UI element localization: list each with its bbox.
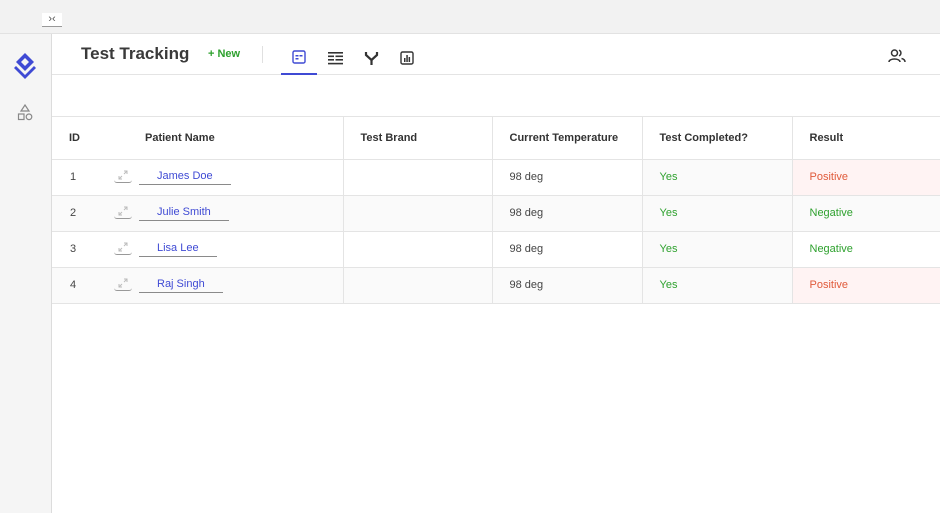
cell-test-brand[interactable] bbox=[343, 231, 493, 268]
patient-link[interactable]: Lisa Lee bbox=[139, 242, 217, 257]
cell-expand bbox=[97, 231, 132, 268]
column-header-id[interactable]: ID bbox=[52, 117, 97, 160]
cell-result[interactable]: Negative bbox=[792, 195, 940, 232]
cell-current-temperature[interactable]: 98 deg bbox=[492, 195, 643, 232]
tab-grid-view[interactable] bbox=[281, 41, 317, 75]
form-view-icon bbox=[327, 51, 343, 64]
cell-current-temperature[interactable]: 98 deg bbox=[492, 231, 643, 268]
cell-test-brand[interactable] bbox=[343, 195, 493, 232]
records-table: ID Patient Name Test Brand Current Tempe… bbox=[52, 117, 940, 304]
column-header-test-completed[interactable]: Test Completed? bbox=[642, 117, 793, 160]
cell-id: 2 bbox=[52, 195, 97, 232]
header-bar: Test Tracking + New bbox=[52, 34, 940, 75]
column-header-patient-name[interactable]: Patient Name bbox=[127, 117, 344, 160]
cell-patient-name: Lisa Lee bbox=[127, 231, 344, 268]
collapse-sidebar-button[interactable]: ›‹ bbox=[42, 13, 62, 27]
patient-link[interactable]: Raj Singh bbox=[139, 278, 223, 293]
expand-row-button[interactable] bbox=[114, 278, 132, 291]
cell-id: 3 bbox=[52, 231, 97, 268]
tab-form-view[interactable] bbox=[317, 41, 353, 75]
expand-icon bbox=[118, 278, 128, 288]
expand-icon bbox=[118, 170, 128, 180]
patient-link[interactable]: Julie Smith bbox=[139, 206, 229, 221]
table-toolbar bbox=[52, 75, 940, 117]
cell-patient-name: Raj Singh bbox=[127, 267, 344, 304]
column-header-expand bbox=[97, 117, 127, 160]
bar-chart-icon bbox=[400, 51, 414, 65]
cell-result[interactable]: Positive bbox=[792, 159, 940, 196]
table-header-row: ID Patient Name Test Brand Current Tempe… bbox=[52, 117, 940, 160]
browser-top-strip bbox=[0, 0, 940, 34]
page-title: Test Tracking bbox=[81, 44, 190, 63]
cell-expand bbox=[97, 267, 132, 304]
cell-patient-name: Julie Smith bbox=[127, 195, 344, 232]
column-header-test-brand[interactable]: Test Brand bbox=[343, 117, 493, 160]
app-logo-icon[interactable] bbox=[10, 50, 40, 80]
table-row[interactable]: 4 Raj Singh 98 deg Yes Positive bbox=[52, 267, 940, 304]
expand-icon bbox=[118, 206, 128, 216]
table-row[interactable]: 3 Lisa Lee 98 deg Yes Negative bbox=[52, 231, 940, 268]
column-header-current-temperature[interactable]: Current Temperature bbox=[492, 117, 643, 160]
new-record-button[interactable]: + New bbox=[208, 48, 240, 60]
cell-id: 4 bbox=[52, 267, 97, 304]
table-row[interactable]: 1 James Doe 98 deg Yes Positive bbox=[52, 159, 940, 196]
users-icon[interactable] bbox=[888, 48, 906, 64]
header-divider bbox=[262, 46, 263, 63]
table-row[interactable]: 2 Julie Smith 98 deg Yes Negative bbox=[52, 195, 940, 232]
branch-icon bbox=[364, 51, 378, 65]
cell-test-brand[interactable] bbox=[343, 267, 493, 304]
column-header-result[interactable]: Result bbox=[792, 117, 940, 160]
tab-chart-view[interactable] bbox=[389, 41, 425, 75]
cell-expand bbox=[97, 195, 132, 232]
cell-current-temperature[interactable]: 98 deg bbox=[492, 159, 643, 196]
patient-link[interactable]: James Doe bbox=[139, 170, 231, 185]
sidebar bbox=[0, 34, 52, 513]
cell-result[interactable]: Positive bbox=[792, 267, 940, 304]
cell-test-completed[interactable]: Yes bbox=[642, 159, 793, 196]
cell-test-brand[interactable] bbox=[343, 159, 493, 196]
main-panel: Test Tracking + New ID Patient Name Test… bbox=[52, 34, 940, 513]
cell-result[interactable]: Negative bbox=[792, 231, 940, 268]
expand-row-button[interactable] bbox=[114, 206, 132, 219]
expand-row-button[interactable] bbox=[114, 170, 132, 183]
grid-view-icon bbox=[292, 50, 306, 64]
cell-current-temperature[interactable]: 98 deg bbox=[492, 267, 643, 304]
expand-row-button[interactable] bbox=[114, 242, 132, 255]
tab-flow-view[interactable] bbox=[353, 41, 389, 75]
expand-icon bbox=[118, 242, 128, 252]
cell-id: 1 bbox=[52, 159, 97, 196]
cell-test-completed[interactable]: Yes bbox=[642, 267, 793, 304]
cell-patient-name: James Doe bbox=[127, 159, 344, 196]
cell-expand bbox=[97, 159, 132, 196]
cell-test-completed[interactable]: Yes bbox=[642, 231, 793, 268]
cell-test-completed[interactable]: Yes bbox=[642, 195, 793, 232]
shapes-icon[interactable] bbox=[17, 104, 33, 122]
